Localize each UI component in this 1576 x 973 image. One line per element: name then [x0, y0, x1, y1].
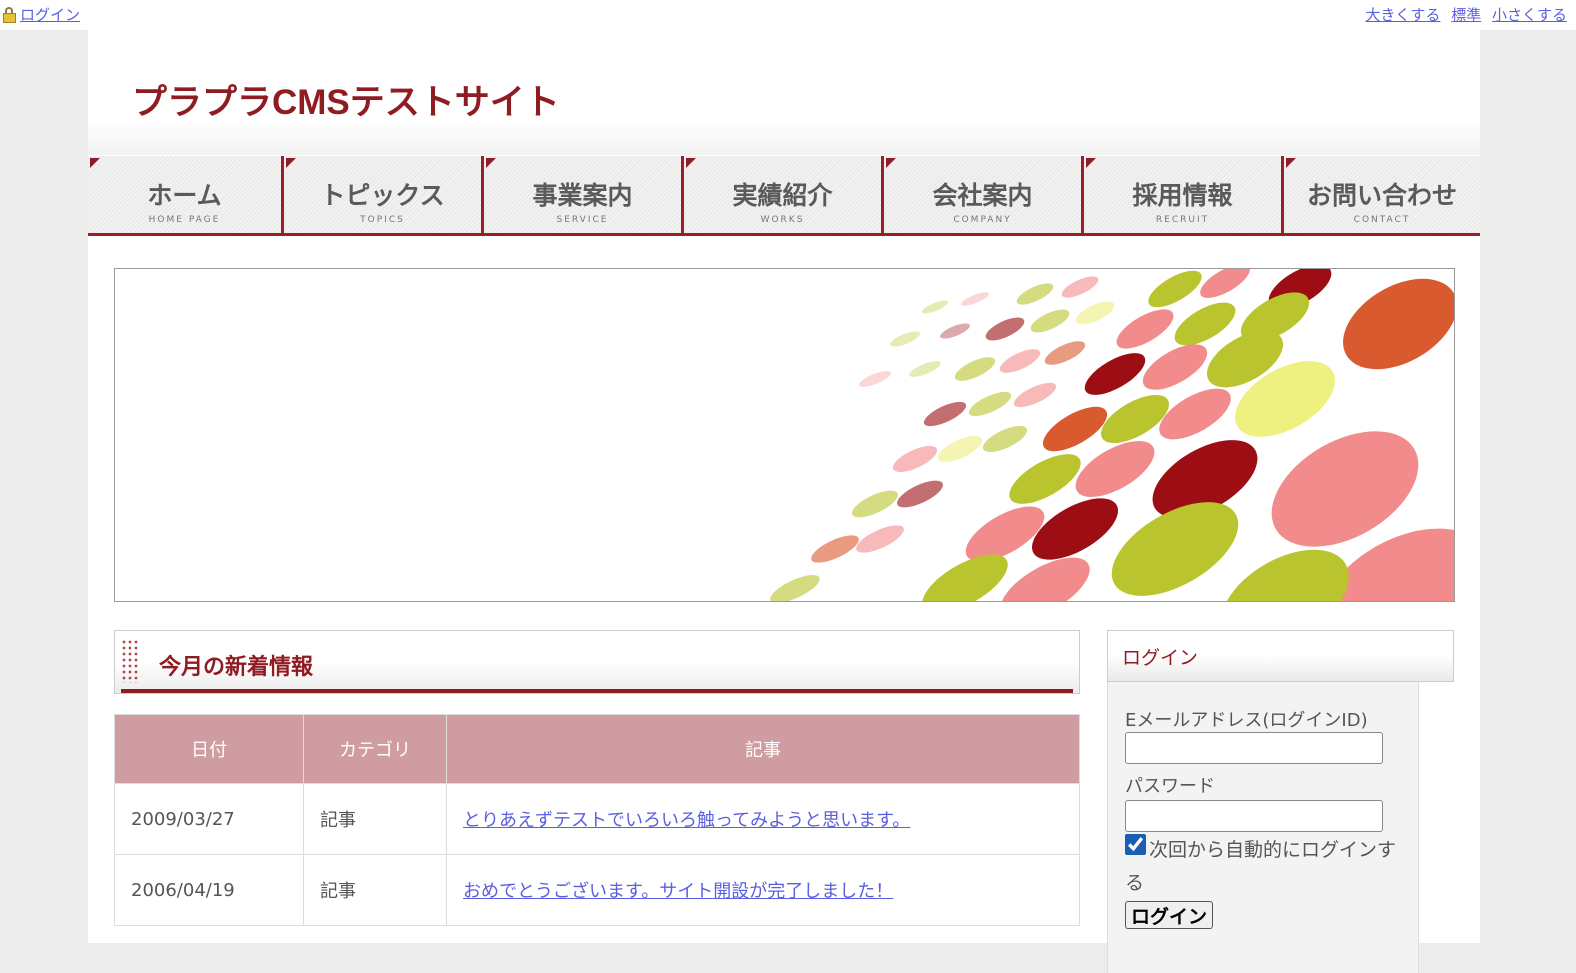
news-section-header: 今月の新着情報: [114, 630, 1080, 694]
password-field[interactable]: [1125, 800, 1383, 832]
font-size-controls: 大きくする 標準 小さくする: [1359, 4, 1567, 25]
news-article-cell: おめでとうございます。サイト開設が完了しました！: [446, 854, 1080, 926]
email-field[interactable]: [1125, 732, 1383, 764]
login-link[interactable]: ログイン: [20, 4, 80, 25]
column-header-date: 日付: [114, 714, 304, 784]
login-panel: Eメールアドレス(ログインID) パスワード 次回から自動的にログインする ログ…: [1107, 682, 1419, 973]
password-label: パスワード: [1125, 776, 1215, 797]
news-article-cell: とりあえずテストでいろいろ触ってみようと思います。: [446, 783, 1080, 855]
corner-marker-icon: [886, 158, 896, 168]
nav-item-sublabel: TOPICS: [360, 215, 405, 225]
corner-marker-icon: [686, 158, 696, 168]
nav-item-sublabel: CONTACT: [1353, 215, 1411, 225]
table-row: 2009/03/27 記事 とりあえずテストでいろいろ触ってみようと思います。: [114, 783, 1080, 855]
nav-item-topics[interactable]: トピックス TOPICS: [281, 156, 481, 233]
dot-grid-icon: [121, 639, 139, 683]
nav-item-sublabel: WORKS: [760, 215, 805, 225]
news-category: 記事: [303, 783, 447, 855]
polka-dot-banner-image: [770, 269, 1454, 601]
login-panel-title: ログイン: [1122, 648, 1199, 669]
top-login: ログイン: [2, 4, 80, 25]
news-table: 日付 カテゴリ 記事 2009/03/27 記事 とりあえずテストでいろいろ触っ…: [114, 714, 1080, 926]
nav-item-recruit[interactable]: 採用情報 RECRUIT: [1081, 156, 1281, 233]
top-bar: ログイン 大きくする 標準 小さくする: [0, 0, 1576, 30]
nav-item-label: 採用情報: [1132, 182, 1233, 210]
nav-item-works[interactable]: 実績紹介 WORKS: [681, 156, 881, 233]
nav-item-company[interactable]: 会社案内 COMPANY: [881, 156, 1081, 233]
nav-item-label: 会社案内: [932, 182, 1033, 210]
header-underline: [121, 689, 1073, 693]
nav-item-sublabel: SERVICE: [556, 215, 609, 225]
news-date: 2009/03/27: [114, 783, 304, 855]
news-section-title: 今月の新着情報: [159, 654, 314, 679]
auto-login-label[interactable]: 次回から自動的にログインする: [1125, 834, 1407, 900]
nav-item-sublabel: HOME PAGE: [148, 215, 221, 225]
lock-icon: [2, 6, 18, 23]
nav-item-service[interactable]: 事業案内 SERVICE: [481, 156, 681, 233]
column-header-article: 記事: [446, 714, 1080, 784]
font-size-larger-link[interactable]: 大きくする: [1365, 6, 1440, 24]
table-header-row: 日付 カテゴリ 記事: [114, 714, 1080, 784]
hero-banner: [114, 268, 1455, 602]
global-nav: ホーム HOME PAGE トピックス TOPICS 事業案内 SERVICE …: [88, 156, 1480, 236]
font-size-smaller-link[interactable]: 小さくする: [1492, 6, 1567, 24]
corner-marker-icon: [90, 158, 100, 168]
news-article-link[interactable]: とりあえずテストでいろいろ触ってみようと思います。: [463, 810, 910, 831]
page-container: プラプラCMSテストサイト ホーム HOME PAGE トピックス TOPICS…: [88, 30, 1480, 973]
news-category: 記事: [303, 854, 447, 926]
nav-item-label: 事業案内: [532, 182, 633, 210]
nav-item-home[interactable]: ホーム HOME PAGE: [88, 156, 281, 233]
column-header-category: カテゴリ: [303, 714, 447, 784]
corner-marker-icon: [1286, 158, 1296, 168]
login-panel-header: ログイン: [1107, 630, 1454, 682]
font-size-standard-link[interactable]: 標準: [1451, 6, 1481, 24]
nav-item-label: ホーム: [147, 182, 222, 210]
news-date: 2006/04/19: [114, 854, 304, 926]
email-label: Eメールアドレス(ログインID): [1125, 710, 1368, 731]
corner-marker-icon: [486, 158, 496, 168]
news-article-link[interactable]: おめでとうございます。サイト開設が完了しました！: [463, 881, 893, 902]
nav-item-sublabel: RECRUIT: [1155, 215, 1210, 225]
site-header: プラプラCMSテストサイト: [88, 30, 1480, 155]
corner-marker-icon: [1086, 158, 1096, 168]
nav-item-label: お問い合わせ: [1306, 182, 1457, 210]
table-row: 2006/04/19 記事 おめでとうございます。サイト開設が完了しました！: [114, 854, 1080, 926]
nav-item-label: 実績紹介: [732, 182, 833, 210]
corner-marker-icon: [286, 158, 296, 168]
nav-item-sublabel: COMPANY: [953, 215, 1012, 225]
nav-item-label: トピックス: [320, 182, 445, 210]
login-submit-button[interactable]: ログイン: [1125, 901, 1213, 929]
nav-item-contact[interactable]: お問い合わせ CONTACT: [1281, 156, 1480, 233]
site-title[interactable]: プラプラCMSテストサイト: [132, 74, 560, 125]
